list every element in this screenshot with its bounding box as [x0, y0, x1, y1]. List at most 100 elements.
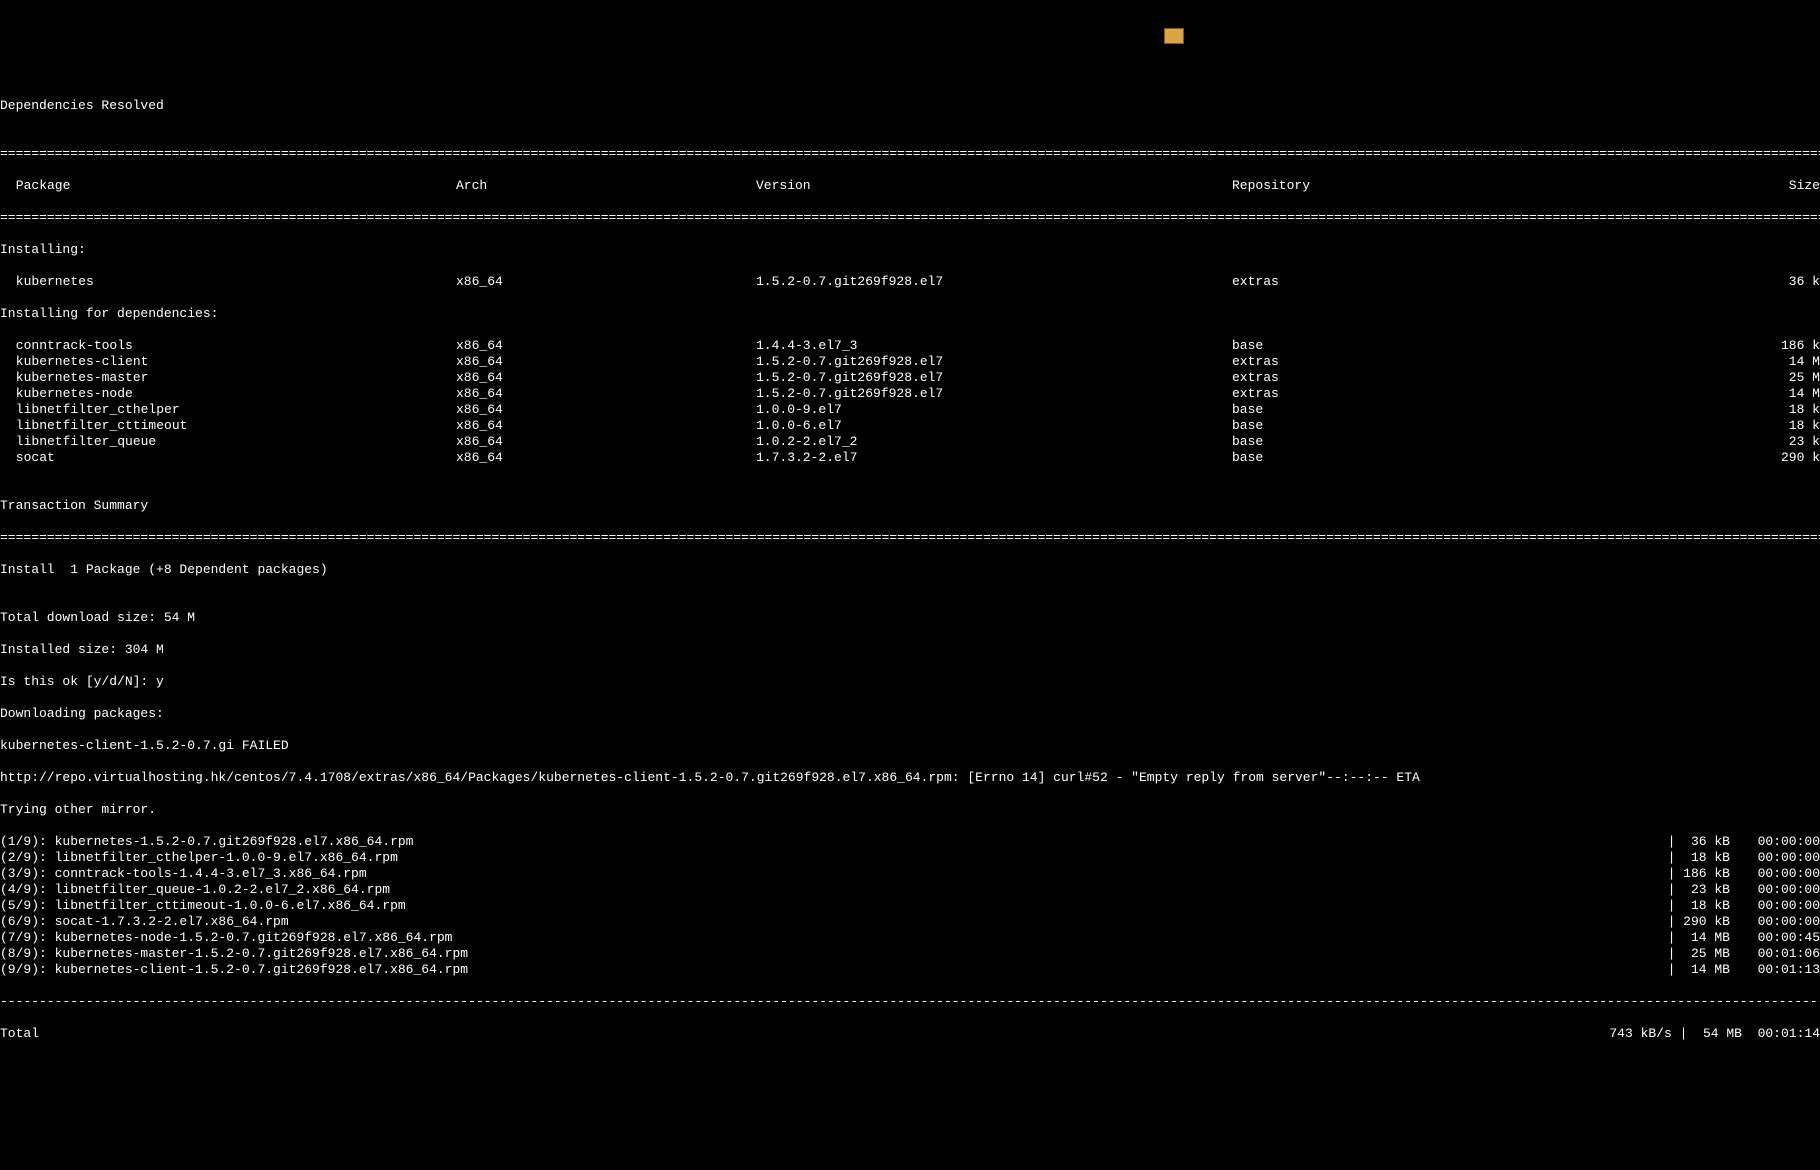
package-row: kubernetesx86_641.5.2-0.7.git269f928.el7…	[0, 274, 1820, 290]
pkg-repo: extras	[1232, 274, 1532, 290]
pkg-size: 290 k	[1532, 450, 1820, 466]
download-size: | 18 kB	[1650, 850, 1730, 866]
pkg-repo: base	[1232, 418, 1532, 434]
pkg-size: 14 M	[1532, 354, 1820, 370]
col-header-package: Package	[0, 178, 456, 194]
download-time: 00:00:45	[1730, 930, 1820, 946]
pkg-version: 1.5.2-0.7.git269f928.el7	[756, 274, 1232, 290]
install-count-line: Install 1 Package (+8 Dependent packages…	[0, 562, 1820, 578]
download-row: (2/9): libnetfilter_cthelper-1.0.0-9.el7…	[0, 850, 1820, 866]
pkg-name: libnetfilter_cttimeout	[0, 418, 456, 434]
pkg-repo: extras	[1232, 386, 1532, 402]
terminal-output[interactable]: Dependencies Resolved ==================…	[0, 80, 1820, 1058]
download-row: (6/9): socat-1.7.3.2-2.el7.x86_64.rpm | …	[0, 914, 1820, 930]
download-row: (3/9): conntrack-tools-1.4.4-3.el7_3.x86…	[0, 866, 1820, 882]
pkg-name: libnetfilter_queue	[0, 434, 456, 450]
pkg-arch: x86_64	[456, 434, 756, 450]
download-row: (9/9): kubernetes-client-1.5.2-0.7.git26…	[0, 962, 1820, 978]
section-installing: Installing:	[0, 242, 1820, 258]
col-header-version: Version	[756, 178, 1232, 194]
download-size: | 36 kB	[1650, 834, 1730, 850]
total-label: Total	[0, 1026, 39, 1042]
download-size: | 14 MB	[1650, 930, 1730, 946]
mouse-cursor-icon	[1164, 28, 1184, 44]
total-row: Total 743 kB/s | 54 MB 00:01:14	[0, 1026, 1820, 1042]
download-row: (1/9): kubernetes-1.5.2-0.7.git269f928.e…	[0, 834, 1820, 850]
package-row: libnetfilter_cttimeoutx86_641.0.0-6.el7b…	[0, 418, 1820, 434]
pkg-name: libnetfilter_cthelper	[0, 402, 456, 418]
pkg-size: 25 M	[1532, 370, 1820, 386]
pkg-arch: x86_64	[456, 354, 756, 370]
separator-dash: ----------------------------------------…	[0, 994, 1820, 1010]
pkg-arch: x86_64	[456, 450, 756, 466]
download-time: 00:00:00	[1730, 850, 1820, 866]
confirm-prompt: Is this ok [y/d/N]: y	[0, 674, 1820, 690]
pkg-size: 18 k	[1532, 402, 1820, 418]
download-row: (7/9): kubernetes-node-1.5.2-0.7.git269f…	[0, 930, 1820, 946]
transaction-summary-heading: Transaction Summary	[0, 498, 1820, 514]
pkg-arch: x86_64	[456, 338, 756, 354]
package-row: kubernetes-masterx86_641.5.2-0.7.git269f…	[0, 370, 1820, 386]
download-time: 00:00:00	[1730, 914, 1820, 930]
pkg-name: kubernetes-client	[0, 354, 456, 370]
pkg-name: socat	[0, 450, 456, 466]
separator-summary: ========================================…	[0, 530, 1820, 546]
pkg-arch: x86_64	[456, 370, 756, 386]
download-name: (2/9): libnetfilter_cthelper-1.0.0-9.el7…	[0, 850, 398, 866]
pkg-size: 18 k	[1532, 418, 1820, 434]
pkg-version: 1.0.2-2.el7_2	[756, 434, 1232, 450]
package-row: kubernetes-nodex86_641.5.2-0.7.git269f92…	[0, 386, 1820, 402]
package-row: libnetfilter_queuex86_641.0.2-2.el7_2bas…	[0, 434, 1820, 450]
heading-deps-resolved: Dependencies Resolved	[0, 98, 1820, 114]
pkg-name: conntrack-tools	[0, 338, 456, 354]
pkg-version: 1.0.0-6.el7	[756, 418, 1232, 434]
download-name: (5/9): libnetfilter_cttimeout-1.0.0-6.el…	[0, 898, 406, 914]
downloading-packages: Downloading packages:	[0, 706, 1820, 722]
download-size: | 290 kB	[1650, 914, 1730, 930]
pkg-repo: base	[1232, 450, 1532, 466]
pkg-arch: x86_64	[456, 274, 756, 290]
pkg-size: 186 k	[1532, 338, 1820, 354]
download-size: | 23 kB	[1650, 882, 1730, 898]
package-row: conntrack-toolsx86_641.4.4-3.el7_3base18…	[0, 338, 1820, 354]
download-size: | 186 kB	[1650, 866, 1730, 882]
pkg-version: 1.5.2-0.7.git269f928.el7	[756, 386, 1232, 402]
download-name: (6/9): socat-1.7.3.2-2.el7.x86_64.rpm	[0, 914, 289, 930]
total-download-size: Total download size: 54 M	[0, 610, 1820, 626]
pkg-arch: x86_64	[456, 402, 756, 418]
download-name: (8/9): kubernetes-master-1.5.2-0.7.git26…	[0, 946, 468, 962]
pkg-version: 1.4.4-3.el7_3	[756, 338, 1232, 354]
download-size: | 25 MB	[1650, 946, 1730, 962]
download-size: | 18 kB	[1650, 898, 1730, 914]
separator-top: ========================================…	[0, 146, 1820, 162]
col-header-arch: Arch	[456, 178, 756, 194]
trying-other-mirror: Trying other mirror.	[0, 802, 1820, 818]
package-row: socatx86_641.7.3.2-2.el7base290 k	[0, 450, 1820, 466]
download-size: | 14 MB	[1650, 962, 1730, 978]
pkg-size: 23 k	[1532, 434, 1820, 450]
pkg-repo: extras	[1232, 370, 1532, 386]
section-installing-deps: Installing for dependencies:	[0, 306, 1820, 322]
error-url-line: http://repo.virtualhosting.hk/centos/7.4…	[0, 770, 1820, 786]
col-header-repository: Repository	[1232, 178, 1532, 194]
pkg-size: 36 k	[1532, 274, 1820, 290]
installed-size: Installed size: 304 M	[0, 642, 1820, 658]
download-row: (4/9): libnetfilter_queue-1.0.2-2.el7_2.…	[0, 882, 1820, 898]
download-row: (5/9): libnetfilter_cttimeout-1.0.0-6.el…	[0, 898, 1820, 914]
download-time: 00:00:00	[1730, 898, 1820, 914]
pkg-name: kubernetes	[0, 274, 456, 290]
download-name: (1/9): kubernetes-1.5.2-0.7.git269f928.e…	[0, 834, 413, 850]
total-speed: 743 kB/s | 54 MB 00:01:14	[1609, 1026, 1820, 1042]
pkg-name: kubernetes-master	[0, 370, 456, 386]
table-header-row: Package Arch Version Repository Size	[0, 178, 1820, 194]
download-name: (3/9): conntrack-tools-1.4.4-3.el7_3.x86…	[0, 866, 367, 882]
download-time: 00:00:00	[1730, 866, 1820, 882]
pkg-repo: base	[1232, 402, 1532, 418]
pkg-repo: base	[1232, 434, 1532, 450]
pkg-version: 1.5.2-0.7.git269f928.el7	[756, 370, 1232, 386]
package-row: libnetfilter_cthelperx86_641.0.0-9.el7ba…	[0, 402, 1820, 418]
download-name: (7/9): kubernetes-node-1.5.2-0.7.git269f…	[0, 930, 452, 946]
download-time: 00:01:13	[1730, 962, 1820, 978]
download-name: (4/9): libnetfilter_queue-1.0.2-2.el7_2.…	[0, 882, 390, 898]
pkg-arch: x86_64	[456, 418, 756, 434]
